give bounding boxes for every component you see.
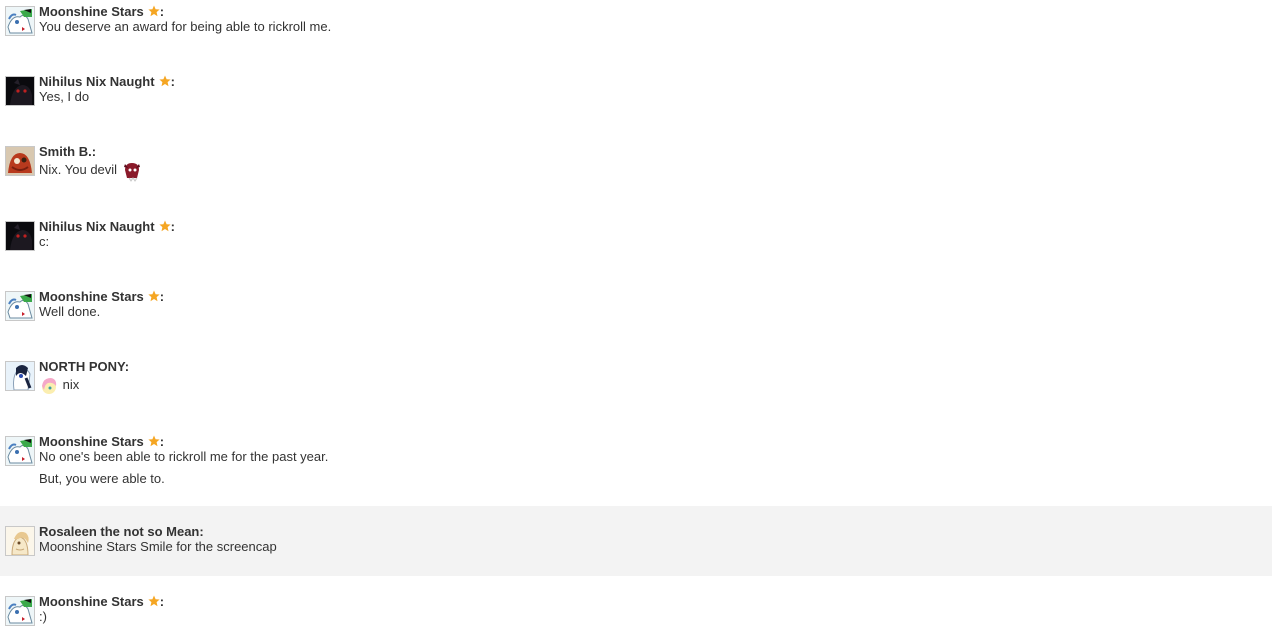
message-author: NORTH PONY: [39, 359, 129, 374]
author-name[interactable]: Moonshine Stars [39, 4, 144, 19]
chat-message: Moonshine Stars: Well done. [0, 285, 1272, 355]
name-separator: : [159, 434, 165, 449]
message-author: Moonshine Stars: [39, 434, 164, 449]
message-text: :) [39, 609, 47, 624]
star-icon [158, 75, 171, 87]
name-separator: : [91, 144, 97, 159]
rosaleen-avatar[interactable] [5, 526, 35, 556]
chat-message: Moonshine Stars: No one's been able to r… [0, 430, 1272, 506]
name-separator: : [124, 359, 130, 374]
name-separator: : [170, 74, 175, 89]
author-name[interactable]: Moonshine Stars [39, 289, 144, 304]
chat-message-highlighted: Rosaleen the not so Mean: Moonshine Star… [0, 506, 1272, 576]
chat-message: Nihilus Nix Naught: c: [0, 215, 1272, 285]
message-author: Smith B.: [39, 144, 96, 159]
name-separator: : [159, 4, 165, 19]
star-icon [148, 5, 160, 17]
chat-message: Moonshine Stars: :) [0, 576, 1272, 637]
message-author: Moonshine Stars: [39, 4, 164, 19]
message-author: Rosaleen the not so Mean: [39, 524, 204, 539]
moonshine-avatar[interactable] [5, 291, 35, 321]
devil-pony-emote-icon [123, 162, 140, 182]
message-author: Nihilus Nix Naught: [39, 74, 175, 89]
chat-message: NORTH PONY: nix [0, 355, 1272, 430]
message-text: You deserve an award for being able to r… [39, 19, 332, 34]
message-author: Moonshine Stars: [39, 289, 164, 304]
message-text: Well done. [39, 304, 101, 319]
smith-avatar[interactable] [5, 146, 35, 176]
moonshine-avatar[interactable] [5, 6, 35, 36]
north-pony-avatar[interactable] [5, 361, 35, 391]
star-icon [148, 435, 160, 447]
message-text: But, you were able to. [39, 471, 165, 486]
star-icon [148, 290, 160, 302]
moonshine-avatar[interactable] [5, 436, 35, 466]
name-separator: : [159, 289, 165, 304]
author-name[interactable]: Moonshine Stars [39, 594, 144, 609]
name-separator: : [170, 219, 175, 234]
fluttershy-emote-icon [42, 377, 57, 394]
chat-message: Nihilus Nix Naught: Yes, I do [0, 70, 1272, 140]
message-author: Moonshine Stars: [39, 594, 164, 609]
nihilus-avatar[interactable] [5, 221, 35, 251]
message-text: Moonshine Stars Smile for the screencap [39, 539, 277, 554]
message-text: Nix. You devil [39, 159, 143, 182]
author-name[interactable]: NORTH PONY [39, 359, 125, 374]
name-separator: : [199, 524, 204, 539]
message-text-content: nix [62, 377, 80, 392]
chat-message: Moonshine Stars: You deserve an award fo… [0, 0, 1272, 70]
message-text: Yes, I do [39, 89, 90, 104]
message-text: c: [39, 234, 50, 249]
author-name[interactable]: Rosaleen the not so Mean [39, 524, 199, 539]
author-name[interactable]: Moonshine Stars [39, 434, 144, 449]
message-text-content: Nix. You devil [39, 162, 118, 177]
chat-message: Smith B.: Nix. You devil [0, 140, 1272, 215]
message-text: No one's been able to rickroll me for th… [39, 449, 329, 464]
moonshine-avatar[interactable] [5, 596, 35, 626]
star-icon [158, 220, 171, 232]
nihilus-avatar[interactable] [5, 76, 35, 106]
message-author: Nihilus Nix Naught: [39, 219, 175, 234]
star-icon [148, 595, 160, 607]
message-text: nix [39, 374, 79, 396]
author-name[interactable]: Smith B. [39, 144, 92, 159]
name-separator: : [159, 594, 165, 609]
author-name[interactable]: Nihilus Nix Naught [39, 219, 155, 234]
author-name[interactable]: Nihilus Nix Naught [39, 74, 155, 89]
